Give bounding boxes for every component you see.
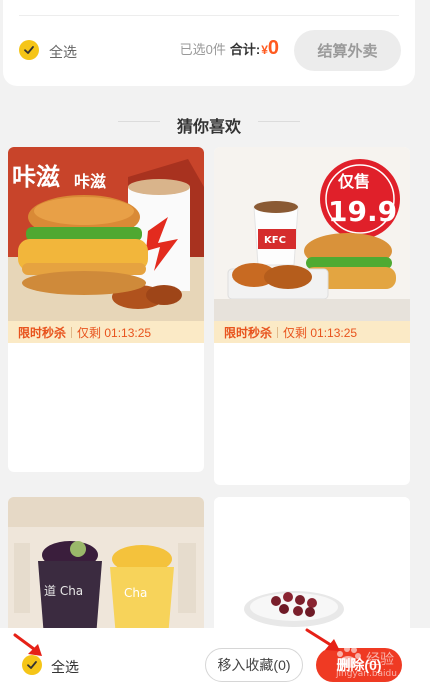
annotation-arrow-icon [13,633,42,656]
select-all-label[interactable]: 全选 [49,42,77,62]
flash-sale-bar: 限时秒杀 仅剩 01:13:25 [8,321,204,343]
move-to-favorites-button[interactable]: 移入收藏(0) [205,648,303,682]
divider [277,326,279,338]
heading-line-right [258,121,300,122]
product-card[interactable]: 道 Cha Cha [8,497,204,637]
flash-sale-bar: 限时秒杀 仅剩 01:13:25 [214,321,410,343]
countdown: 仅剩 01:13:25 [283,325,358,340]
divider [71,326,73,338]
flash-sale-tag: 限时秒杀 [18,325,67,340]
checkmark-icon [24,46,34,54]
product-card[interactable] [214,497,410,637]
currency-symbol: ¥ [261,43,268,57]
checkout-button[interactable]: 结算外卖 [294,30,401,71]
recommend-title: 猜你喜欢 [176,119,241,136]
product-image-text: 道 Cha [44,584,83,598]
product-image-dessert [214,497,410,637]
select-all-checkbox[interactable] [19,40,39,60]
watermark-logo: 经验 jingyan.baidu.com [335,646,418,679]
select-all-label[interactable]: 全选 [51,657,79,677]
product-image-kfc: 仅售 19.9 KFC [214,147,410,321]
total-label: 合计: [229,42,261,57]
cart-summary-card: 全选 已选0件 合计: ¥ 0 结算外卖 [3,0,415,86]
total-amount: 0 [267,37,279,59]
product-image-text: 咔滋 [12,163,60,191]
price-badge-label: 仅售 [337,172,370,191]
product-card[interactable]: 咔滋 咔滋 限时秒杀 仅剩 01:13:25 [8,147,204,472]
checkmark-icon [27,661,37,669]
product-image-text: KFC [264,235,286,246]
divider [19,15,399,16]
product-image-text: Cha [124,586,147,600]
product-image-burger: 咔滋 咔滋 [8,147,204,321]
svg-text:jingyan.baidu.com: jingyan.baidu.com [335,669,418,679]
selected-count: 已选0件 [179,42,226,57]
cart-total: 已选0件 合计: ¥ 0 [180,37,279,60]
product-image-tea: 道 Cha Cha [8,497,204,637]
countdown: 仅剩 01:13:25 [77,325,152,340]
flash-sale-tag: 限时秒杀 [224,325,273,340]
product-image-text: 咔滋 [74,172,106,191]
price-badge-value: 19.9 [328,195,397,228]
product-card[interactable]: 仅售 19.9 KFC 限时秒杀 仅剩 01:13:25 [214,147,410,485]
svg-text:经验: 经验 [366,652,394,668]
